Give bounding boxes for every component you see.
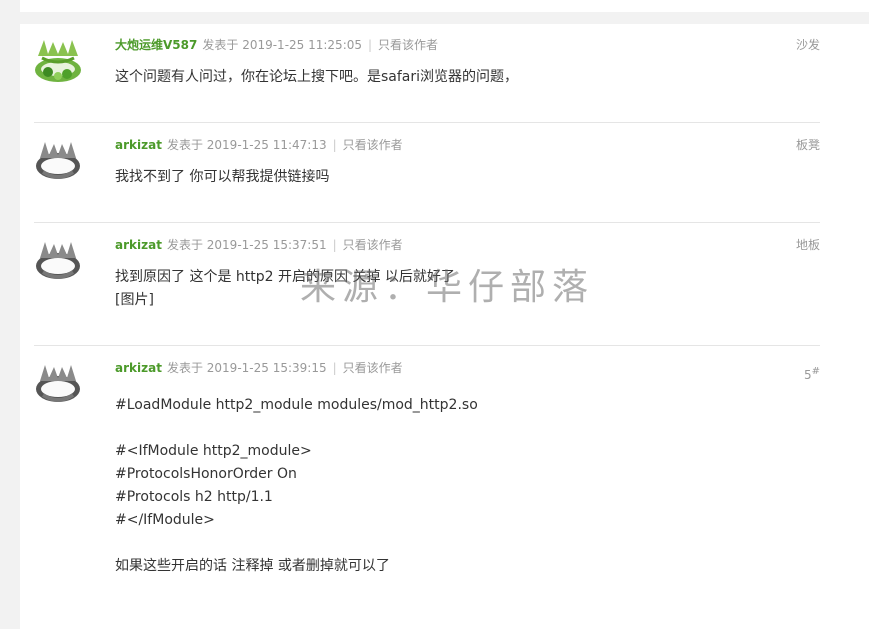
posted-time: 2019-1-25 11:25:05 (242, 38, 362, 52)
posted-time: 2019-1-25 15:39:15 (206, 361, 327, 375)
floor-number[interactable]: 地板 (796, 236, 820, 254)
only-view-author-link[interactable]: 只看该作者 (343, 361, 403, 375)
crown-avatar-grey-icon[interactable] (34, 359, 82, 407)
posted-label: 发表于 (166, 238, 203, 252)
meta-separator: | (368, 38, 373, 52)
crown-avatar-green-icon[interactable] (34, 36, 82, 84)
posted-time: 2019-1-25 11:47:13 (206, 138, 327, 152)
floor-number-value: 5 (803, 368, 812, 382)
meta-separator: | (332, 238, 337, 252)
crown-avatar-grey-icon[interactable] (34, 136, 82, 184)
post-meta: arkizat 发表于 2019-1-25 11:47:13 | 只看该作者 (115, 136, 403, 154)
author-link[interactable]: 大炮运维V587 (115, 38, 197, 52)
posted-label: 发表于 (166, 138, 203, 152)
author-link[interactable]: arkizat (115, 238, 162, 252)
only-view-author-link[interactable]: 只看该作者 (343, 238, 403, 252)
floor-number[interactable]: 沙发 (796, 36, 820, 54)
floor-number[interactable]: 5# (804, 363, 820, 384)
post-meta: arkizat 发表于 2019-1-25 15:39:15 | 只看该作者 (115, 359, 403, 377)
post-meta: arkizat 发表于 2019-1-25 15:37:51 | 只看该作者 (115, 236, 403, 254)
post-content: 我找不到了 你可以帮我提供链接吗 (115, 169, 330, 185)
posted-time: 2019-1-25 15:37:51 (206, 238, 327, 252)
posted-label: 发表于 (166, 361, 203, 375)
meta-separator: | (332, 361, 337, 375)
post-content: #LoadModule http2_module modules/mod_htt… (115, 397, 478, 574)
post-content: 找到原因了 这个是 http2 开启的原因 关掉 以后就好了 [图片] (115, 269, 455, 308)
floor-hash: # (811, 366, 820, 377)
post-divider (34, 222, 820, 223)
author-link[interactable]: arkizat (115, 138, 162, 152)
only-view-author-link[interactable]: 只看该作者 (343, 138, 403, 152)
author-link[interactable]: arkizat (115, 361, 162, 375)
crown-avatar-grey-icon[interactable] (34, 236, 82, 284)
only-view-author-link[interactable]: 只看该作者 (378, 38, 438, 52)
posted-label: 发表于 (202, 38, 239, 52)
post-divider (34, 122, 820, 123)
previous-panel-bottom (20, 0, 869, 12)
post-meta: 大炮运维V587 发表于 2019-1-25 11:25:05 | 只看该作者 (115, 36, 438, 54)
meta-separator: | (332, 138, 337, 152)
post-divider (34, 345, 820, 346)
post-content: 这个问题有人问过，你在论坛上搜下吧。是safari浏览器的问题， (115, 69, 519, 85)
floor-number[interactable]: 板凳 (796, 136, 820, 154)
